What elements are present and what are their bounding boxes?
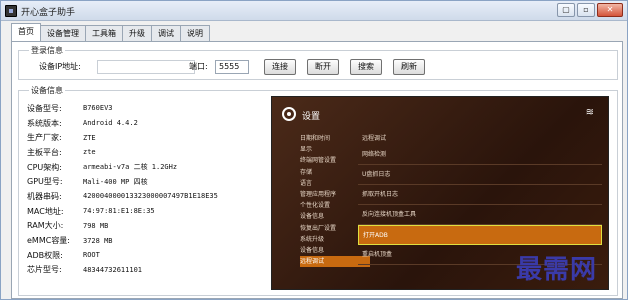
info-value: 420004000013323000007497B1E18E35 [83, 192, 218, 201]
tab-device-management[interactable]: 设备管理 [40, 25, 86, 41]
info-row: 系统版本: Android 4.4.2 [27, 116, 218, 131]
tab-help[interactable]: 说明 [180, 25, 210, 41]
info-value: Mali-400 MP 四核 [83, 177, 148, 186]
tv-debug-header: 远程调试 [362, 135, 387, 142]
tv-debug-item-selected: 打开ADB [358, 225, 602, 245]
tv-debug-panel: 远程调试 网络检测 U盘抓日志 抓取开机日志 反向连接机顶盒工具 打开ADB 重… [358, 133, 602, 265]
info-key: CPU架构: [27, 162, 62, 172]
info-key: MAC地址: [27, 206, 64, 216]
title-bar: 开心盒子助手 ▢ ▫ ✕ [1, 1, 627, 21]
watermark: 最需网 [516, 255, 598, 285]
port-input[interactable]: 5555 [215, 60, 249, 74]
info-row: 芯片型号: 48344732611101 [27, 263, 218, 278]
tab-bar: 首页 设备管理 工具箱 升级 调试 说明 [11, 23, 210, 41]
info-key: ADB权限: [27, 250, 63, 260]
info-value: ZTE [83, 133, 96, 142]
tv-debug-item: 反向连接机顶盒工具 [358, 205, 602, 225]
tv-debug-item: 抓取开机日志 [358, 185, 602, 205]
info-value: 74:97:81:E1:8E:35 [83, 207, 155, 216]
app-icon [5, 5, 17, 17]
info-key: 机器串码: [27, 191, 62, 201]
close-button[interactable]: ✕ [597, 3, 623, 17]
info-key: RAM大小: [27, 221, 64, 231]
info-row: eMMC容量: 3728 MB [27, 233, 218, 248]
info-value: 798 MB [83, 221, 109, 230]
info-key: 芯片型号: [27, 265, 62, 275]
connect-button[interactable]: 连接 [264, 59, 296, 75]
info-value: zte [83, 148, 96, 157]
port-label: 端口: [189, 62, 208, 71]
info-value: armeabi-v7a 二核 1.2GHz [83, 163, 178, 172]
info-row: RAM大小: 798 MB [27, 219, 218, 234]
info-row: 机器串码: 420004000013323000007497B1E18E35 [27, 189, 218, 204]
ip-address-input[interactable] [97, 60, 195, 74]
info-key: 设备型号: [27, 103, 62, 113]
info-key: 生产厂家: [27, 133, 62, 143]
disconnect-button[interactable]: 断开 [307, 59, 339, 75]
login-group: 登录信息 设备IP地址: 端口: 5555 连接 断开 搜索 刷新 [18, 45, 618, 80]
window-controls: ▢ ▫ ✕ [557, 3, 623, 17]
info-row: GPU型号: Mali-400 MP 四核 [27, 174, 218, 189]
wifi-icon: ≋ [585, 107, 594, 118]
info-row: ADB权限: ROOT [27, 248, 218, 263]
maximize-button[interactable]: ▫ [577, 3, 595, 17]
info-key: 主板平台: [27, 147, 62, 157]
tv-debug-item: U盘抓日志 [358, 165, 602, 185]
info-value: Android 4.4.2 [83, 119, 138, 128]
tv-settings-title: 设置 [302, 112, 321, 122]
device-info-title: 设备信息 [29, 85, 65, 96]
minimize-button[interactable]: ▢ [557, 3, 575, 17]
gear-icon [282, 107, 296, 121]
info-row: 生产厂家: ZTE [27, 130, 218, 145]
ip-label: 设备IP地址: [39, 62, 81, 71]
tab-debug[interactable]: 调试 [151, 25, 181, 41]
search-button[interactable]: 搜索 [350, 59, 382, 75]
info-key: 系统版本: [27, 118, 62, 128]
info-value: 48344732611101 [83, 265, 143, 274]
info-row: CPU架构: armeabi-v7a 二核 1.2GHz [27, 160, 218, 175]
refresh-button[interactable]: 刷新 [393, 59, 425, 75]
tab-toolbox[interactable]: 工具箱 [85, 25, 123, 41]
info-row: 设备型号: B760EV3 [27, 101, 218, 116]
info-value: ROOT [83, 251, 100, 260]
tv-debug-item: 网络检测 [358, 145, 602, 165]
app-window: 开心盒子助手 ▢ ▫ ✕ 首页 设备管理 工具箱 升级 调试 说明 登录信息 设… [0, 0, 628, 300]
tab-upgrade[interactable]: 升级 [122, 25, 152, 41]
info-key: GPU型号: [27, 177, 63, 187]
device-info-list: 设备型号: B760EV3 系统版本: Android 4.4.2 生产厂家: ZTE… [27, 101, 218, 277]
info-key: eMMC容量: [27, 236, 71, 246]
info-row: 主板平台: zte [27, 145, 218, 160]
info-row: MAC地址: 74:97:81:E1:8E:35 [27, 204, 218, 219]
info-value: 3728 MB [83, 236, 113, 245]
tab-home[interactable]: 首页 [11, 23, 41, 41]
window-title: 开心盒子助手 [21, 8, 76, 18]
info-value: B760EV3 [83, 104, 113, 113]
login-group-title: 登录信息 [29, 45, 65, 56]
